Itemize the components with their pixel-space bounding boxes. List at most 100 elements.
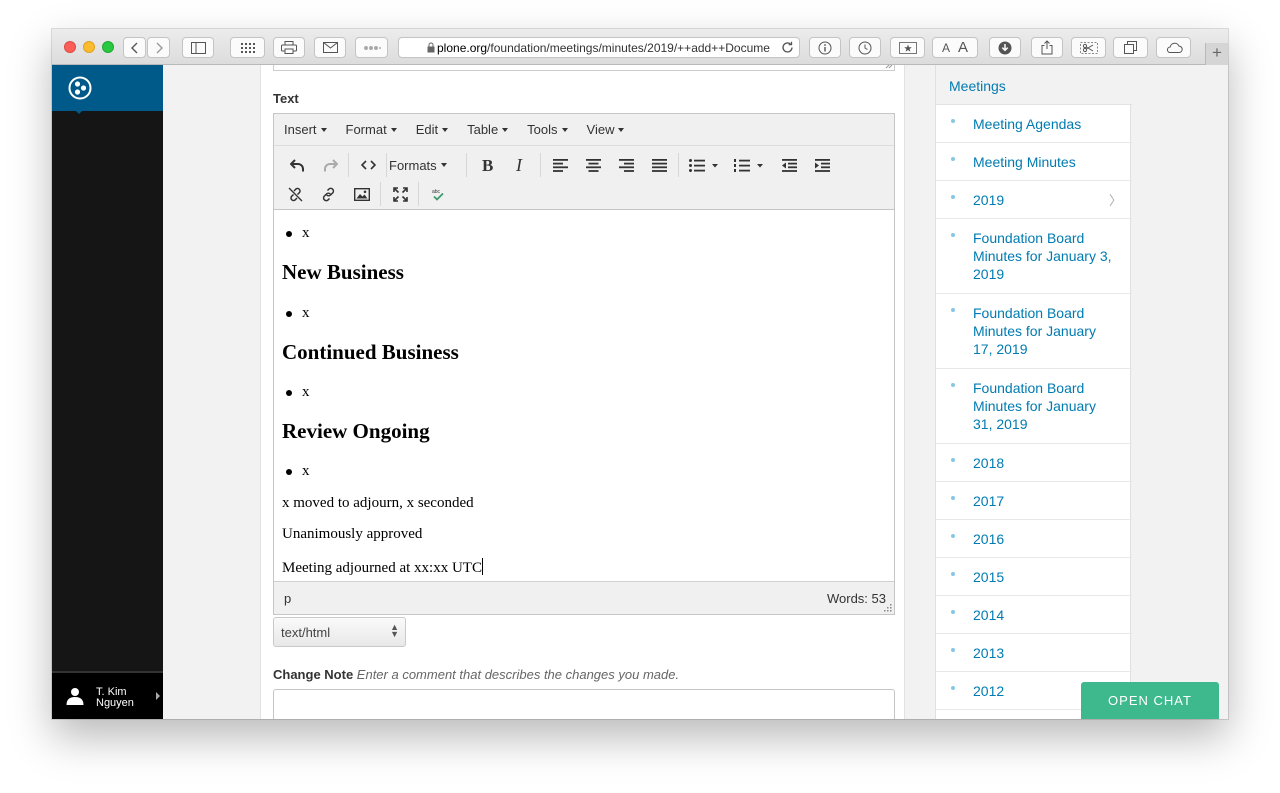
bold-button[interactable]: B xyxy=(473,152,503,178)
extensions-button[interactable] xyxy=(355,37,388,58)
bullet-list-button[interactable] xyxy=(682,152,726,178)
clip-button[interactable] xyxy=(1071,37,1106,58)
nav-item-2015[interactable]: 2015 xyxy=(936,558,1132,596)
link-icon xyxy=(322,187,334,201)
browser-window: plone.org/foundation/meetings/minutes/20… xyxy=(52,29,1228,719)
fullscreen-button[interactable] xyxy=(385,181,415,207)
menu-table[interactable]: Table xyxy=(467,122,509,137)
edit-form: Text Insert Format Edit Table Tools View xyxy=(260,65,905,719)
menu-format[interactable]: Format xyxy=(346,122,397,137)
nav-item-label: 2018 xyxy=(973,455,1005,471)
resize-handle-icon[interactable] xyxy=(884,604,892,612)
nav-item-2018[interactable]: 2018 xyxy=(936,444,1132,482)
larger-text-icon[interactable]: A xyxy=(958,39,968,56)
smaller-text-icon[interactable]: A xyxy=(942,41,950,55)
nav-item-minutes-jan-31[interactable]: Foundation Board Minutes for January 31,… xyxy=(936,369,1132,444)
bullet-icon xyxy=(951,610,955,614)
menu-insert[interactable]: Insert xyxy=(284,122,327,137)
menu-edit[interactable]: Edit xyxy=(415,122,449,137)
align-right-button[interactable] xyxy=(611,152,641,178)
nav-item-minutes-jan-17[interactable]: Foundation Board Minutes for January 17,… xyxy=(936,294,1132,369)
downloads-button[interactable] xyxy=(989,37,1021,58)
nav-item-meeting-agendas[interactable]: Meeting Agendas xyxy=(936,105,1132,143)
nav-item-minutes-jan-3[interactable]: Foundation Board Minutes for January 3, … xyxy=(936,219,1132,294)
sidebar-icon xyxy=(190,41,206,54)
formats-dropdown[interactable]: Formats xyxy=(389,152,447,178)
align-center-button[interactable] xyxy=(578,152,608,178)
undo-button[interactable] xyxy=(282,152,312,178)
nav-item-2014[interactable]: 2014 xyxy=(936,596,1132,634)
nav-item-meeting-minutes[interactable]: Meeting Minutes xyxy=(936,143,1132,181)
link-button[interactable] xyxy=(313,181,343,207)
indent-button[interactable] xyxy=(807,152,837,178)
insert-image-button[interactable] xyxy=(347,181,377,207)
address-bar[interactable]: plone.org/foundation/meetings/minutes/20… xyxy=(398,37,800,58)
italic-icon: I xyxy=(515,158,523,172)
change-note-input[interactable] xyxy=(273,689,895,719)
fullscreen-icon xyxy=(392,186,408,202)
back-button[interactable] xyxy=(123,37,146,58)
info-button[interactable] xyxy=(809,37,841,58)
nav-item-2017[interactable]: 2017 xyxy=(936,482,1132,520)
align-center-icon xyxy=(585,158,601,172)
sidebar-button[interactable] xyxy=(182,37,214,58)
cloud-button[interactable] xyxy=(1156,37,1191,58)
unlink-button[interactable] xyxy=(280,181,310,207)
signal-dots-icon xyxy=(363,45,381,50)
resize-handle-icon[interactable] xyxy=(885,65,893,69)
align-left-icon xyxy=(552,158,568,172)
formats-label: Formats xyxy=(389,157,437,173)
top-sites-button[interactable] xyxy=(230,37,265,58)
reload-icon[interactable] xyxy=(781,41,794,54)
change-note-help: Enter a comment that describes the chang… xyxy=(356,667,680,682)
numbered-list-button[interactable] xyxy=(727,152,771,178)
minimize-window-button[interactable] xyxy=(83,41,95,53)
caret-down-icon xyxy=(442,127,449,132)
page-content: T. Kim Nguyen Text Insert Format Edit Ta… xyxy=(52,65,1228,719)
zoom-window-button[interactable] xyxy=(102,41,114,53)
print-button[interactable] xyxy=(273,37,305,58)
menu-tools[interactable]: Tools xyxy=(527,122,568,137)
paragraph-approved: Unanimously approved xyxy=(282,526,423,542)
redo-button[interactable] xyxy=(315,152,345,178)
menu-edit-label: Edit xyxy=(415,122,439,137)
share-button[interactable] xyxy=(1031,37,1063,58)
nav-item-2013[interactable]: 2013 xyxy=(936,634,1132,672)
menu-tools-label: Tools xyxy=(527,122,558,137)
bullet-icon xyxy=(951,233,955,237)
close-window-button[interactable] xyxy=(64,41,76,53)
list-item: x xyxy=(287,305,310,321)
numbered-list-icon xyxy=(734,158,763,172)
redo-icon xyxy=(323,158,338,171)
navigation-portlet: Meetings Meeting Agendas Meeting Minutes… xyxy=(935,65,1132,719)
image-icon xyxy=(354,187,370,201)
text-size-buttons[interactable]: AA xyxy=(932,37,978,58)
outdent-button[interactable] xyxy=(774,152,804,178)
italic-button[interactable]: I xyxy=(506,152,536,178)
bullet-icon xyxy=(951,157,955,161)
text-field-label: Text xyxy=(273,91,299,106)
nav-item-2019[interactable]: 2019 〉 xyxy=(936,181,1132,219)
mail-button[interactable] xyxy=(314,37,346,58)
bookmark-button[interactable] xyxy=(890,37,925,58)
align-left-button[interactable] xyxy=(545,152,575,178)
tabs-overview-button[interactable] xyxy=(1113,37,1148,58)
editor-content[interactable]: x New Business x Continued Business x Re… xyxy=(274,210,894,581)
plone-logo-button[interactable] xyxy=(52,65,163,114)
personal-bar[interactable]: T. Kim Nguyen xyxy=(52,671,163,719)
open-chat-button[interactable]: OPEN CHAT xyxy=(1081,682,1219,719)
nav-item-2016[interactable]: 2016 xyxy=(936,520,1132,558)
menu-view[interactable]: View xyxy=(587,122,625,137)
forward-button[interactable] xyxy=(147,37,170,58)
bullet-icon xyxy=(951,572,955,576)
spellcheck-button[interactable]: abc xyxy=(423,181,453,207)
description-textarea[interactable] xyxy=(273,65,895,71)
history-button[interactable] xyxy=(849,37,881,58)
element-path[interactable]: p xyxy=(284,591,291,606)
mime-type-select[interactable]: text/html ▲ ▼ xyxy=(273,617,406,647)
new-tab-button[interactable]: + xyxy=(1205,43,1228,65)
paragraph-adjourned: Meeting adjourned at xx:xx UTC xyxy=(282,558,483,577)
source-code-button[interactable] xyxy=(353,152,383,178)
align-justify-button[interactable] xyxy=(644,152,674,178)
portlet-title[interactable]: Meetings xyxy=(936,65,1132,105)
